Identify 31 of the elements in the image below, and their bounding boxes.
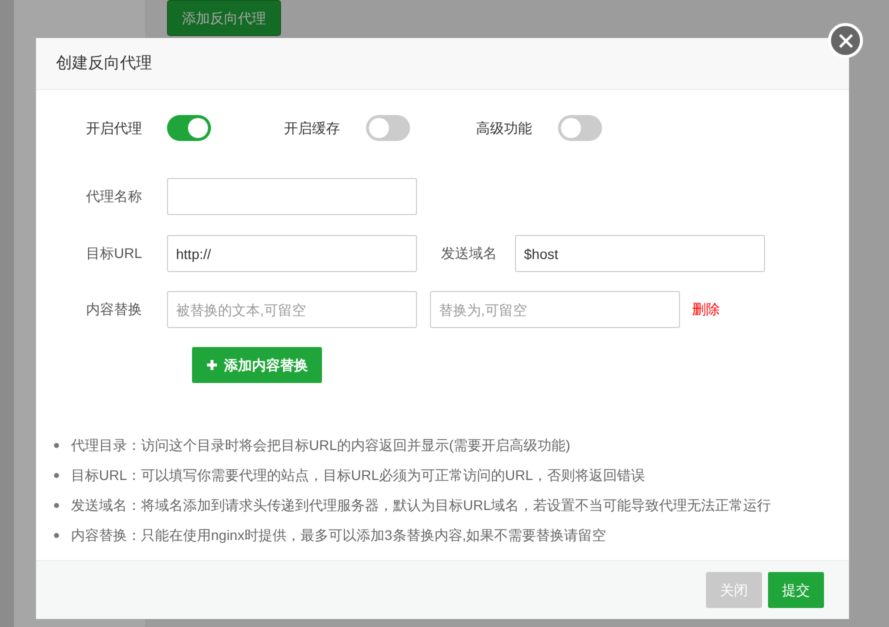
field-label: 发送域名 (440, 244, 498, 263)
close-icon (838, 34, 852, 48)
help-note: 目标URL：可以填写你需要代理的站点，目标URL必须为可正常访问的URL，否则将返回错误 (71, 466, 646, 484)
plus-icon (206, 359, 218, 371)
bullet-icon (54, 442, 59, 448)
bullet-icon (54, 532, 59, 538)
add-proxy-button[interactable]: 添加反向代理 (167, 0, 281, 36)
toggle-label: 开启缓存 (284, 118, 340, 138)
add-replace-button[interactable]: 添加内容替换 (192, 347, 322, 383)
help-note: 代理目录：访问这个目录时将会把目标URL的内容返回并显示(需要开启高级功能) (71, 436, 570, 455)
toggle-label: 开启代理 (85, 118, 143, 138)
help-note: 内容替换：只能在使用nginx时提供，最多可以添加3条替换内容,如果不需要替换请留空 (71, 526, 606, 545)
replace-from-field[interactable]: 被替换的文本,可留空 (167, 291, 417, 328)
delete-link[interactable]: 删除 (692, 299, 720, 320)
field-label: 代理名称 (85, 187, 143, 206)
dialog-title: 创建反向代理 (56, 54, 152, 74)
target-url-field[interactable]: http:// (167, 235, 417, 272)
bullet-icon (54, 502, 59, 508)
submit-button[interactable]: 提交 (768, 572, 824, 608)
field-label: 内容替换 (85, 300, 143, 319)
bullet-icon (54, 472, 59, 478)
close-button[interactable] (828, 23, 863, 58)
send-domain-field[interactable]: $host (515, 235, 765, 272)
field-label: 目标URL (84, 244, 143, 263)
toggle-switch[interactable] (366, 115, 410, 141)
help-note: 发送域名：将域名添加到请求头传递到代理服务器，默认为目标URL域名，若设置不当可能导致代理无法正常运行 (71, 496, 772, 514)
replace-to-field[interactable]: 替换为,可留空 (430, 291, 680, 328)
toggle-label: 高级功能 (476, 118, 532, 138)
proxy-name-field[interactable] (167, 178, 417, 215)
toggle-switch[interactable] (167, 115, 211, 141)
toggle-switch[interactable] (558, 115, 602, 141)
